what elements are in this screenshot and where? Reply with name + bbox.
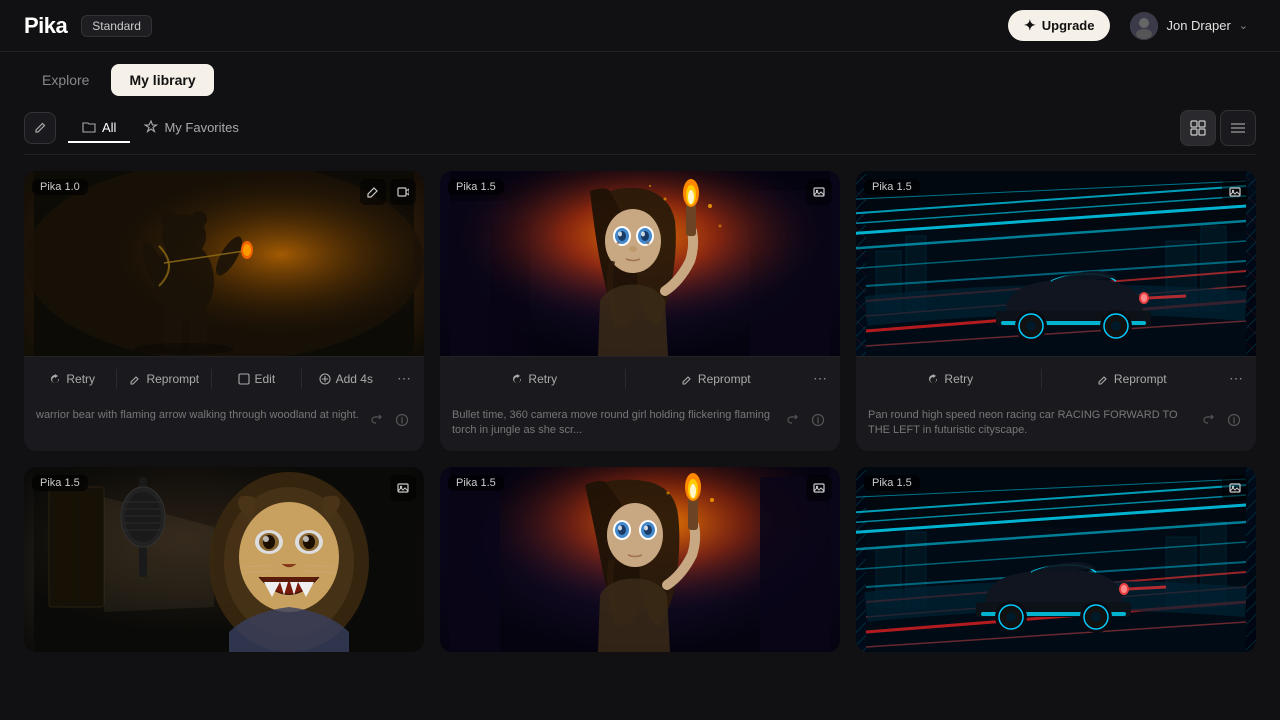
- grid-container: Pika 1.0: [0, 155, 1280, 718]
- image-overlay-icon-4[interactable]: [390, 475, 416, 501]
- spark-icon: ✦: [1024, 17, 1036, 34]
- more-button-3[interactable]: ⋯: [1222, 365, 1250, 393]
- version-badge-3: Pika 1.5: [864, 179, 920, 195]
- version-badge-5: Pika 1.5: [448, 475, 504, 491]
- filter-all[interactable]: All: [68, 114, 130, 143]
- image-overlay-icon-3[interactable]: [1222, 179, 1248, 205]
- card-image-1[interactable]: Pika 1.0: [24, 171, 424, 356]
- edit-overlay-icon[interactable]: [360, 179, 386, 205]
- chevron-down-icon: ⌄: [1239, 19, 1248, 32]
- toolbar-left: All My Favorites: [24, 112, 253, 144]
- header-right: ✦ Upgrade Jon Draper ⌄: [1008, 8, 1256, 44]
- card-image-2[interactable]: Pika 1.5: [440, 171, 840, 356]
- header: Pika Standard ✦ Upgrade Jon Draper ⌄: [0, 0, 1280, 52]
- list-view-button[interactable]: [1220, 110, 1256, 146]
- info-icon-3[interactable]: [1224, 410, 1244, 430]
- edit-button[interactable]: [24, 112, 56, 144]
- image-overlay-icon-5[interactable]: [806, 475, 832, 501]
- reprompt-button-3[interactable]: Reprompt: [1044, 367, 1221, 391]
- info-icon-2[interactable]: [808, 410, 828, 430]
- add4s-button-1[interactable]: Add 4s: [304, 367, 388, 391]
- card-desc-3: Pan round high speed neon racing car RAC…: [856, 400, 1256, 451]
- reprompt-button-1[interactable]: Reprompt: [119, 367, 209, 391]
- overlay-icons-1: [360, 179, 416, 205]
- image-overlay-icon-6[interactable]: [1222, 475, 1248, 501]
- header-left: Pika Standard: [24, 13, 152, 39]
- card-actions-1: Retry Reprompt Edit Add 4s ⋯: [24, 356, 424, 400]
- filter-favorites[interactable]: My Favorites: [130, 114, 252, 143]
- card-desc-1: warrior bear with flaming arrow walking …: [24, 400, 424, 448]
- table-row: Pika 1.5 Retry: [440, 171, 840, 451]
- share-icon-3[interactable]: [1198, 410, 1218, 430]
- card-image-6[interactable]: Pika 1.5: [856, 467, 1256, 652]
- card-image-3[interactable]: Pika 1.5: [856, 171, 1256, 356]
- card-actions-3: Retry Reprompt ⋯: [856, 356, 1256, 400]
- more-button-2[interactable]: ⋯: [806, 365, 834, 393]
- share-icon-2[interactable]: [782, 410, 802, 430]
- more-button-1[interactable]: ⋯: [390, 365, 418, 393]
- nav-tabs: Explore My library: [0, 52, 1280, 96]
- version-badge-2: Pika 1.5: [448, 179, 504, 195]
- plan-badge: Standard: [81, 15, 152, 37]
- card-actions-2: Retry Reprompt ⋯: [440, 356, 840, 400]
- retry-button-3[interactable]: Retry: [862, 367, 1039, 391]
- logo: Pika: [24, 13, 67, 39]
- info-icon-1[interactable]: [392, 410, 412, 430]
- share-icon-1[interactable]: [366, 410, 386, 430]
- library-tab[interactable]: My library: [111, 64, 213, 96]
- reprompt-button-2[interactable]: Reprompt: [628, 367, 805, 391]
- version-badge-1: Pika 1.0: [32, 179, 88, 195]
- card-desc-2: Bullet time, 360 camera move round girl …: [440, 400, 840, 451]
- upgrade-button[interactable]: ✦ Upgrade: [1008, 10, 1110, 41]
- user-name: Jon Draper: [1166, 18, 1230, 33]
- retry-button-1[interactable]: Retry: [30, 367, 114, 391]
- table-row: Pika 1.5 Retry: [856, 171, 1256, 451]
- table-row: Pika 1.0: [24, 171, 424, 451]
- toolbar: All My Favorites: [0, 96, 1280, 154]
- toolbar-right: [1180, 110, 1256, 146]
- video-overlay-icon[interactable]: [390, 179, 416, 205]
- table-row: Pika 1.5: [856, 467, 1256, 652]
- avatar: [1130, 12, 1158, 40]
- image-overlay-icon-2[interactable]: [806, 179, 832, 205]
- version-badge-4: Pika 1.5: [32, 475, 88, 491]
- media-grid: Pika 1.0: [24, 171, 1256, 652]
- star-icon: [144, 120, 158, 134]
- grid-view-button[interactable]: [1180, 110, 1216, 146]
- retry-button-2[interactable]: Retry: [446, 367, 623, 391]
- table-row: Pika 1.5: [24, 467, 424, 652]
- card-image-4[interactable]: Pika 1.5: [24, 467, 424, 652]
- folder-icon: [82, 120, 96, 134]
- card-image-5[interactable]: Pika 1.5: [440, 467, 840, 652]
- filter-tabs: All My Favorites: [68, 114, 253, 143]
- explore-tab[interactable]: Explore: [24, 64, 107, 96]
- edit-button-1[interactable]: Edit: [214, 367, 298, 391]
- table-row: Pika 1.5: [440, 467, 840, 652]
- user-menu[interactable]: Jon Draper ⌄: [1122, 8, 1256, 44]
- version-badge-6: Pika 1.5: [864, 475, 920, 491]
